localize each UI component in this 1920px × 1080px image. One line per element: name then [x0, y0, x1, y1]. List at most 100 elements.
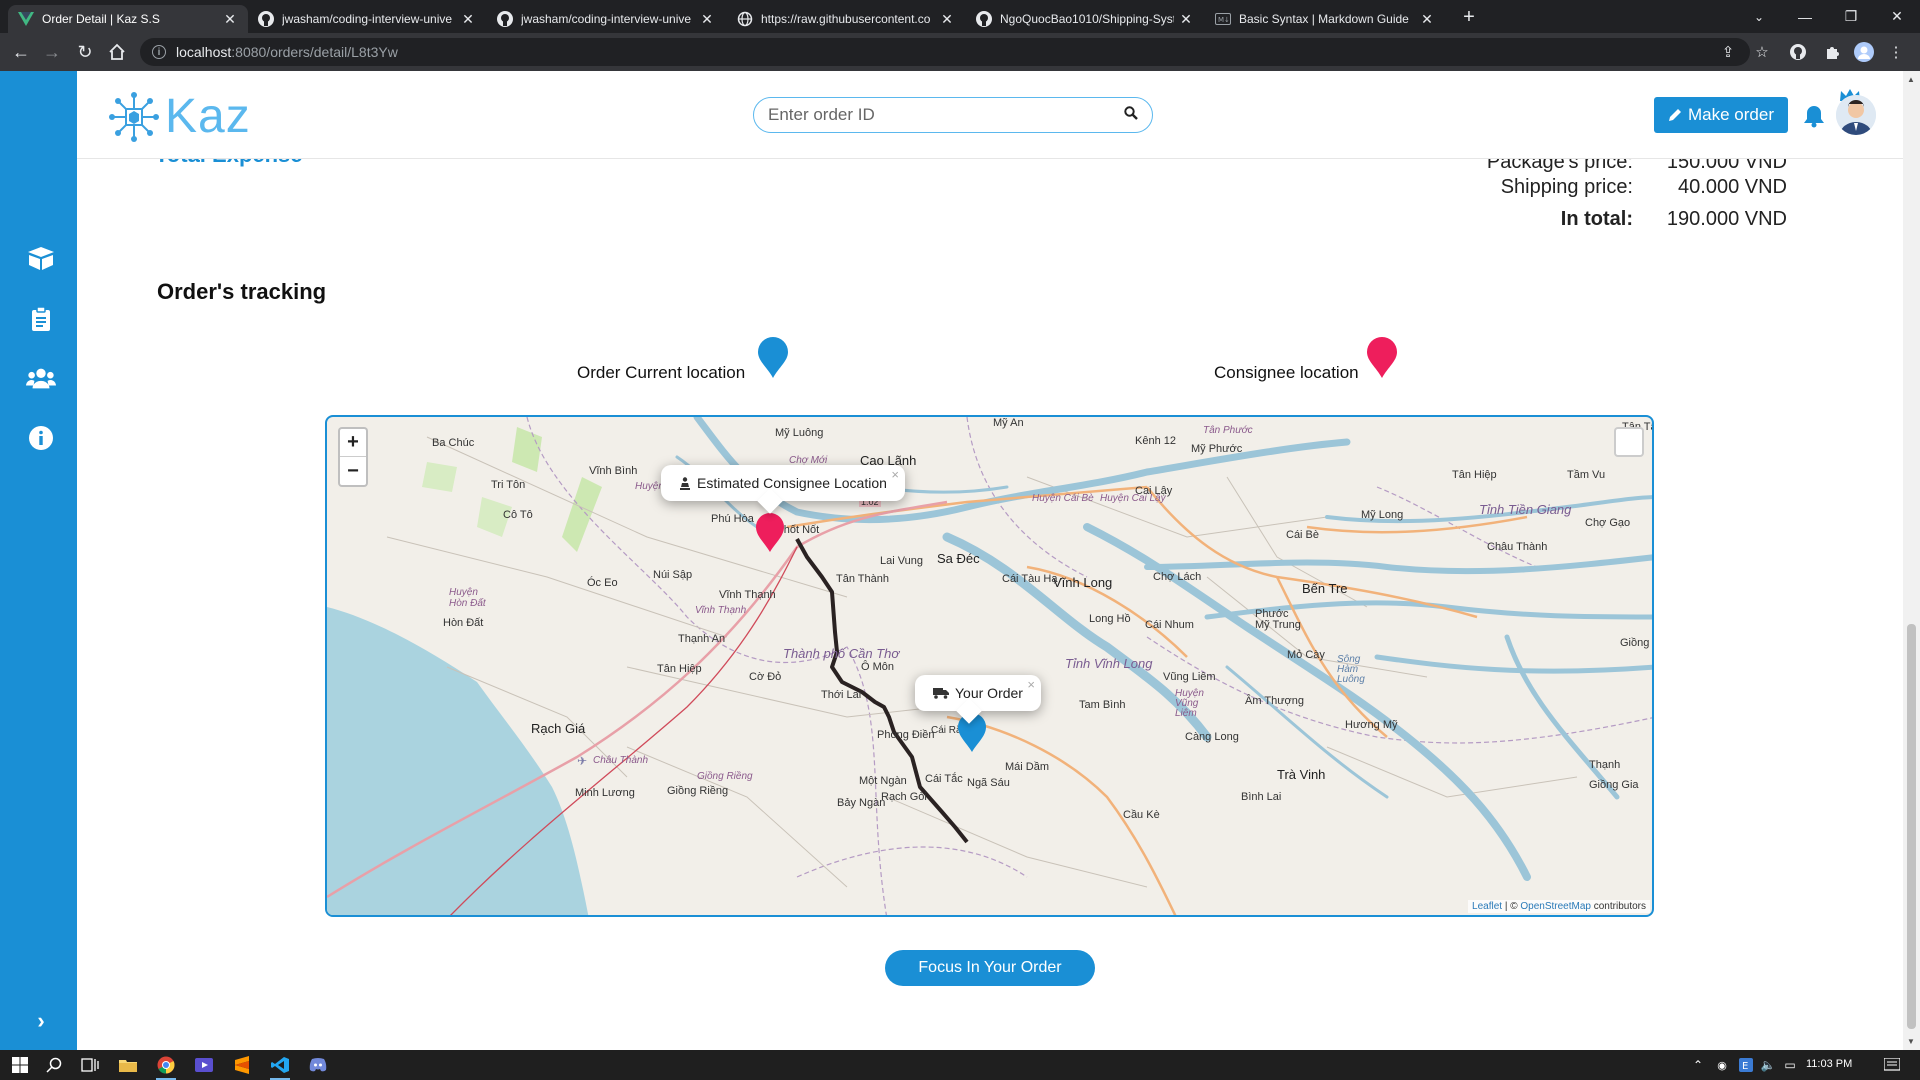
- tray-app-icon[interactable]: E: [1734, 1053, 1758, 1077]
- page-scrollbar[interactable]: ▲ ▼: [1903, 71, 1920, 1050]
- new-tab-icon[interactable]: +: [1456, 6, 1482, 29]
- github-extension-icon[interactable]: [1788, 42, 1808, 62]
- zoom-out-button[interactable]: −: [340, 457, 366, 485]
- file-explorer-icon[interactable]: [116, 1053, 140, 1077]
- make-order-label: Make order: [1688, 105, 1774, 124]
- tab-close-icon[interactable]: ✕: [1178, 11, 1194, 28]
- map-label: Tri Tôn: [491, 479, 526, 491]
- leaflet-link[interactable]: Leaflet: [1472, 901, 1502, 912]
- volume-icon[interactable]: 🔈: [1756, 1053, 1780, 1077]
- kaz-logo[interactable]: Kaz: [109, 89, 251, 144]
- map-label: Tân Phước: [1203, 425, 1253, 436]
- scroll-up-icon[interactable]: ▲: [1907, 75, 1915, 84]
- order-popup: Your Order ×: [915, 675, 1041, 724]
- logo-text: Kaz: [165, 90, 251, 143]
- info-circle-icon[interactable]: [26, 423, 56, 453]
- scrollbar-thumb[interactable]: [1907, 624, 1916, 1029]
- tab-close-icon[interactable]: ✕: [222, 11, 238, 28]
- tracking-map[interactable]: ✈ Ba Chúc Mỹ Luông Mỹ An Tân Phước Cao L…: [325, 415, 1654, 917]
- minimize-icon[interactable]: —: [1782, 0, 1828, 33]
- clipboard-list-icon[interactable]: [26, 304, 56, 334]
- layer-toggle-button[interactable]: [1614, 427, 1644, 457]
- tray-app-icon[interactable]: ◉: [1710, 1053, 1734, 1077]
- map-label: Bảy Ngàn: [837, 797, 886, 809]
- site-info-icon[interactable]: i: [152, 45, 166, 59]
- osm-link[interactable]: OpenStreetMap: [1520, 901, 1591, 912]
- tab-markdown-guide[interactable]: M↓ Basic Syntax | Markdown Guide ✕: [1205, 5, 1445, 33]
- discord-icon[interactable]: [306, 1053, 330, 1077]
- url-path: :8080/orders/detail/L8t3Yw: [231, 44, 398, 60]
- notification-bell-icon[interactable]: [1803, 104, 1825, 133]
- bookmark-star-icon[interactable]: ☆: [1752, 42, 1772, 62]
- notification-center-icon[interactable]: [1880, 1053, 1904, 1077]
- zoom-in-button[interactable]: +: [340, 429, 366, 457]
- map-label: Cái Bè: [1286, 529, 1320, 541]
- tab-close-icon[interactable]: ✕: [1419, 11, 1435, 28]
- map-label: Thới Lai: [821, 689, 862, 701]
- profile-avatar-icon[interactable]: [1854, 42, 1874, 62]
- tab-title: jwasham/coding-interview-unive: [282, 12, 453, 26]
- sublime-text-icon[interactable]: [230, 1053, 254, 1077]
- chrome-icon[interactable]: [154, 1053, 178, 1080]
- users-group-icon[interactable]: [26, 363, 56, 393]
- order-id-search-input[interactable]: [768, 105, 1124, 125]
- box-icon[interactable]: [26, 243, 56, 273]
- media-app-icon[interactable]: [192, 1053, 216, 1077]
- scroll-down-icon[interactable]: ▼: [1907, 1037, 1915, 1046]
- shipping-price-label: Shipping price:: [1500, 176, 1633, 198]
- map-label: Vĩnh Bình: [589, 465, 638, 477]
- tab-search-icon[interactable]: ⌄: [1736, 0, 1782, 33]
- popup-close-icon[interactable]: ×: [1027, 677, 1035, 692]
- app-sidebar: ›: [0, 71, 77, 1050]
- address-bar[interactable]: i localhost :8080/orders/detail/L8t3Yw: [140, 38, 1750, 66]
- app-header: Kaz Make order: [77, 71, 1903, 159]
- vscode-icon[interactable]: [268, 1053, 292, 1080]
- back-icon[interactable]: ←: [9, 40, 33, 64]
- current-location-legend-label: Order Current location: [577, 363, 746, 382]
- close-window-icon[interactable]: ✕: [1874, 0, 1920, 33]
- consignee-marker[interactable]: [755, 513, 785, 558]
- tab-shipping-system[interactable]: NgoQuocBao1010/Shipping-Syst ✕: [966, 5, 1204, 33]
- map-label: Cái Tàu Hạ: [1002, 573, 1058, 585]
- search-icon[interactable]: [42, 1053, 66, 1077]
- tab-close-icon[interactable]: ✕: [699, 11, 715, 28]
- chevron-right-icon[interactable]: ›: [26, 1006, 56, 1036]
- order-search-box: [753, 97, 1153, 133]
- map-label: Ngã Sáu: [967, 777, 1010, 789]
- map-label: Mỹ An: [993, 417, 1024, 429]
- extensions-puzzle-icon[interactable]: [1822, 42, 1842, 62]
- popup-close-icon[interactable]: ×: [891, 467, 899, 482]
- map-label: Tỉnh Tiền Giang: [1479, 502, 1572, 517]
- share-icon[interactable]: ⇪: [1718, 42, 1738, 62]
- tab-title: https://raw.githubusercontent.co: [761, 12, 931, 26]
- search-icon[interactable]: [1124, 105, 1138, 125]
- map-label: Huyện Vũng Liêm: [1175, 688, 1204, 719]
- user-avatar[interactable]: [1836, 95, 1876, 135]
- focus-order-button[interactable]: Focus In Your Order: [885, 950, 1095, 986]
- network-icon[interactable]: ▭: [1778, 1053, 1802, 1077]
- map-label: Núi Sập: [653, 569, 693, 581]
- tab-order-detail[interactable]: Order Detail | Kaz S.S ✕: [8, 5, 248, 33]
- tray-chevron-up-icon[interactable]: ⌃: [1686, 1053, 1710, 1077]
- tab-close-icon[interactable]: ✕: [460, 11, 476, 28]
- browser-menu-icon[interactable]: ⋮: [1886, 42, 1906, 62]
- map-label: Phú Hòa: [711, 513, 754, 525]
- restore-icon[interactable]: ❐: [1828, 0, 1874, 33]
- make-order-button[interactable]: Make order: [1654, 97, 1788, 133]
- tab-close-icon[interactable]: ✕: [939, 11, 955, 28]
- map-label: Cô Tô: [503, 509, 533, 521]
- forward-icon[interactable]: →: [40, 40, 64, 64]
- red-map-pin-icon: [1366, 337, 1398, 384]
- reload-icon[interactable]: ↻: [73, 40, 97, 64]
- globe-icon: [737, 11, 753, 27]
- total-price-row: In total: 190.000 VND: [1413, 208, 1787, 231]
- taskbar-clock[interactable]: 11:03 PM: [1806, 1058, 1852, 1070]
- home-icon[interactable]: [105, 40, 129, 64]
- tab-github-2[interactable]: jwasham/coding-interview-unive ✕: [487, 5, 725, 33]
- windows-start-icon[interactable]: [8, 1053, 32, 1077]
- tab-github-1[interactable]: jwasham/coding-interview-unive ✕: [248, 5, 486, 33]
- total-price-label: In total:: [1560, 208, 1633, 230]
- tab-raw-github[interactable]: https://raw.githubusercontent.co ✕: [727, 5, 965, 33]
- map-label: Tỉnh Vĩnh Long: [1065, 656, 1153, 671]
- task-view-icon[interactable]: [78, 1053, 102, 1077]
